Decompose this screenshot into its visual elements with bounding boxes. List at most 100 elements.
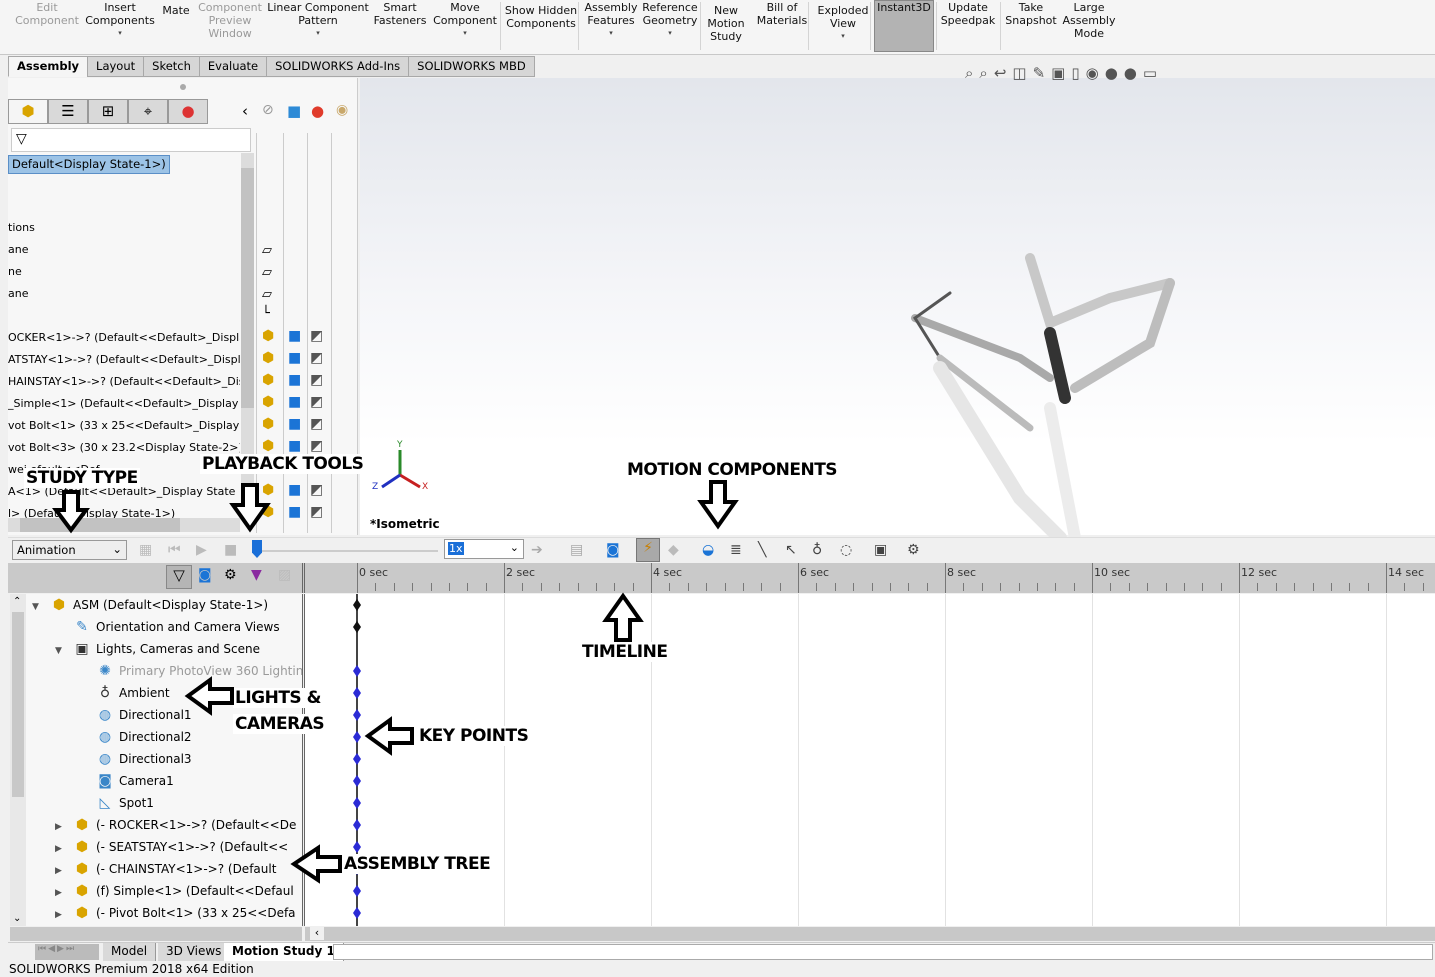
ribbon-paperclip-button[interactable]: Mate bbox=[160, 4, 192, 17]
appearance-swatch-icon[interactable]: ◩ bbox=[310, 372, 323, 388]
expand-down-icon[interactable]: ▼ bbox=[55, 640, 71, 662]
tab-evaluate[interactable]: Evaluate bbox=[198, 56, 268, 77]
section-view-icon[interactable]: ◫ bbox=[1012, 64, 1026, 84]
zoom-to-area-icon[interactable]: ⌕ bbox=[979, 64, 987, 84]
play-icon[interactable]: ▶ bbox=[196, 541, 207, 559]
hide-show-items-icon[interactable]: ◉ bbox=[1086, 64, 1099, 84]
feature-tree-item[interactable]: OCKER<1>->? (Default<<Default>_Display S bbox=[8, 331, 240, 344]
study-type-select[interactable]: Animation ⌄ bbox=[12, 540, 127, 560]
results-and-plots-icon[interactable]: ▣ bbox=[874, 541, 887, 559]
motion-tree-row[interactable]: ◍ Directional1 bbox=[78, 704, 192, 726]
motion-tree-row[interactable]: ▶ ⬢ (- ROCKER<1>->? (Default<<De bbox=[55, 814, 296, 836]
damper-icon[interactable]: ╲ bbox=[758, 541, 766, 559]
feature-tree-item[interactable]: vot Bolt<3> (30 x 23.2<Display State-2>) bbox=[8, 441, 240, 454]
ribbon-components-button[interactable]: Insert Components ▾ bbox=[84, 1, 156, 40]
key-point[interactable] bbox=[353, 731, 361, 743]
save-animation-icon[interactable]: ▤ bbox=[570, 541, 583, 559]
timeline-ruler[interactable]: 0 sec 2 sec 4 sec 6 sec 8 sec 10 sec 12 sec 14 … bbox=[305, 563, 1435, 593]
key-point[interactable] bbox=[353, 665, 361, 677]
configurationmanager-tab[interactable]: ⊞ bbox=[88, 99, 128, 124]
ribbon-move-button[interactable]: Move Component ▾ bbox=[430, 1, 500, 40]
filter-selected-icon[interactable]: ⚙ bbox=[224, 567, 237, 583]
display-state-cube-icon[interactable]: ■ bbox=[288, 372, 301, 388]
filter-driving-icon[interactable]: ◙ bbox=[198, 567, 212, 583]
key-point[interactable] bbox=[353, 819, 361, 831]
feature-tree-item[interactable]: HAINSTAY<1>->? (Default<<Default>_Displ bbox=[8, 375, 240, 388]
horizontal-scrollbar[interactable] bbox=[8, 518, 240, 532]
playback-slider-thumb[interactable] bbox=[252, 540, 262, 558]
selected-tree-item[interactable]: Default<Display State-1>) bbox=[8, 155, 170, 174]
ribbon-pattern-button[interactable]: Linear Component Pattern ▾ bbox=[266, 1, 370, 40]
display-mode-cube-icon[interactable]: ■ bbox=[287, 102, 301, 120]
feature-tree-item[interactable]: ane bbox=[8, 287, 240, 300]
tree-scrollbar[interactable]: ⌃ ⌄ bbox=[10, 594, 26, 926]
display-state-cube-icon[interactable]: ■ bbox=[288, 482, 301, 498]
timeline-horizontal-scrollbar[interactable]: ‹ bbox=[305, 926, 1435, 941]
stop-icon[interactable]: ■ bbox=[224, 541, 237, 559]
motion-tree-row[interactable]: ▶ ⬢ (- SEATSTAY<1>->? (Default<< bbox=[55, 836, 288, 858]
motion-tree-row[interactable]: ▼ ▣ Lights, Cameras and Scene bbox=[55, 638, 260, 660]
filter-box[interactable]: ▽ bbox=[11, 128, 251, 152]
motion-tree-row[interactable]: ◍ Directional2 bbox=[78, 726, 192, 748]
key-point[interactable] bbox=[353, 753, 361, 765]
display-state-cube-icon[interactable]: ■ bbox=[288, 438, 301, 454]
key-point[interactable] bbox=[353, 841, 361, 853]
timeline-area[interactable] bbox=[305, 594, 1435, 926]
tab-3d-views[interactable]: 3D Views bbox=[158, 943, 231, 961]
ribbon-geometry-button[interactable]: Reference Geometry ▾ bbox=[640, 1, 700, 40]
propertymanager-tab[interactable]: ☰ bbox=[48, 99, 88, 124]
appearance-swatch-icon[interactable]: ◩ bbox=[310, 438, 323, 454]
motion-tree-row[interactable]: ♁ Ambient bbox=[78, 682, 170, 704]
key-point[interactable] bbox=[353, 621, 361, 633]
expand-down-icon[interactable]: ▼ bbox=[32, 596, 48, 618]
ribbon-preview-button[interactable]: Component Preview Window bbox=[196, 1, 264, 40]
graphics-viewport[interactable]: ⌕ ⌕ ↩ ◫ ✎ ▣ ▯ ◉ ● ● ▭ Y X Z *Isometric bbox=[360, 64, 1435, 538]
tab-model[interactable]: Model bbox=[103, 943, 157, 961]
expand-right-icon[interactable]: ▶ bbox=[55, 860, 71, 882]
scroll-left-icon[interactable]: ‹ bbox=[310, 926, 324, 940]
display-state-cube-icon[interactable]: ■ bbox=[288, 328, 301, 344]
appearance-edit-icon[interactable]: ● bbox=[311, 102, 324, 120]
dimxpert-tab[interactable]: ⌖ bbox=[128, 99, 168, 124]
hide-show-icon[interactable]: ⊘ bbox=[262, 102, 274, 118]
ribbon-fastener-button[interactable]: Smart Fasteners bbox=[372, 1, 428, 27]
display-state-cube-icon[interactable]: ■ bbox=[288, 416, 301, 432]
chevron-left-icon[interactable]: ‹ bbox=[242, 102, 248, 120]
motion-tree-row[interactable]: ✺ Primary PhotoView 360 Lighting bbox=[78, 660, 311, 682]
feature-tree-item[interactable]: _Simple<1> (Default<<Default>_Display St… bbox=[8, 397, 240, 410]
playback-speed-select[interactable]: 1x ⌄ bbox=[444, 539, 524, 559]
filter-animated-icon[interactable]: ▽ bbox=[166, 565, 192, 589]
panel-splitter-handle[interactable] bbox=[180, 84, 186, 90]
key-point[interactable] bbox=[353, 709, 361, 721]
feature-tree-item[interactable]: ane bbox=[8, 243, 240, 256]
gravity-icon[interactable]: ◌ bbox=[840, 541, 852, 559]
feature-tree-item[interactable]: ATSTAY<1>->? (Default<<Default>_Display bbox=[8, 353, 240, 366]
ribbon-exploded-button[interactable]: Exploded View ▾ bbox=[812, 4, 874, 43]
autokey-icon[interactable]: ⚡ bbox=[636, 538, 660, 562]
ribbon-bom-button[interactable]: Bill of Materials bbox=[754, 1, 810, 27]
dynamic-annotation-icon[interactable]: ✎ bbox=[1033, 64, 1046, 84]
spring-icon[interactable]: ≣ bbox=[730, 541, 742, 559]
ribbon-motion-study-button[interactable]: New Motion Study bbox=[704, 4, 748, 43]
display-style-icon[interactable]: ▯ bbox=[1071, 64, 1079, 84]
ribbon-instant3d-button[interactable]: Instant3D bbox=[874, 1, 934, 14]
motion-tree-row[interactable]: ◍ Directional3 bbox=[78, 748, 192, 770]
key-point[interactable] bbox=[353, 599, 361, 611]
display-state-cube-icon[interactable]: ■ bbox=[288, 504, 301, 520]
expand-right-icon[interactable]: ▶ bbox=[55, 904, 71, 926]
motion-study-properties-gear-icon[interactable]: ⚙ bbox=[907, 541, 920, 559]
ribbon-pencil-button[interactable]: Edit Component bbox=[8, 1, 86, 27]
appearance-swatch-icon[interactable]: ◩ bbox=[310, 328, 323, 344]
playback-mode-icon[interactable]: ➔ bbox=[531, 541, 543, 559]
appearance-swatch-icon[interactable]: ◩ bbox=[310, 394, 323, 410]
edit-appearance-icon[interactable]: ● bbox=[1105, 64, 1118, 84]
tab-solidworks-add-ins[interactable]: SOLIDWORKS Add-Ins bbox=[266, 56, 410, 77]
transparency-icon[interactable]: ◉ bbox=[336, 102, 348, 118]
ribbon-show-hidden-button[interactable]: Show Hidden Components bbox=[504, 4, 578, 30]
motion-tree-row[interactable]: ▶ ⬢ (- Pivot Bolt<1> (33 x 25<<Defa bbox=[55, 902, 296, 924]
zoom-to-fit-icon[interactable]: ⌕ bbox=[965, 64, 973, 84]
motion-tree-row[interactable]: ▼ ⬢ ASM (Default<Display State-1>) bbox=[32, 594, 268, 616]
tab-navigation-arrows[interactable]: ⏮◀▶⏭ bbox=[35, 944, 99, 960]
ribbon-speedpak-button[interactable]: Update Speedpak bbox=[938, 1, 998, 27]
key-point[interactable] bbox=[353, 885, 361, 897]
